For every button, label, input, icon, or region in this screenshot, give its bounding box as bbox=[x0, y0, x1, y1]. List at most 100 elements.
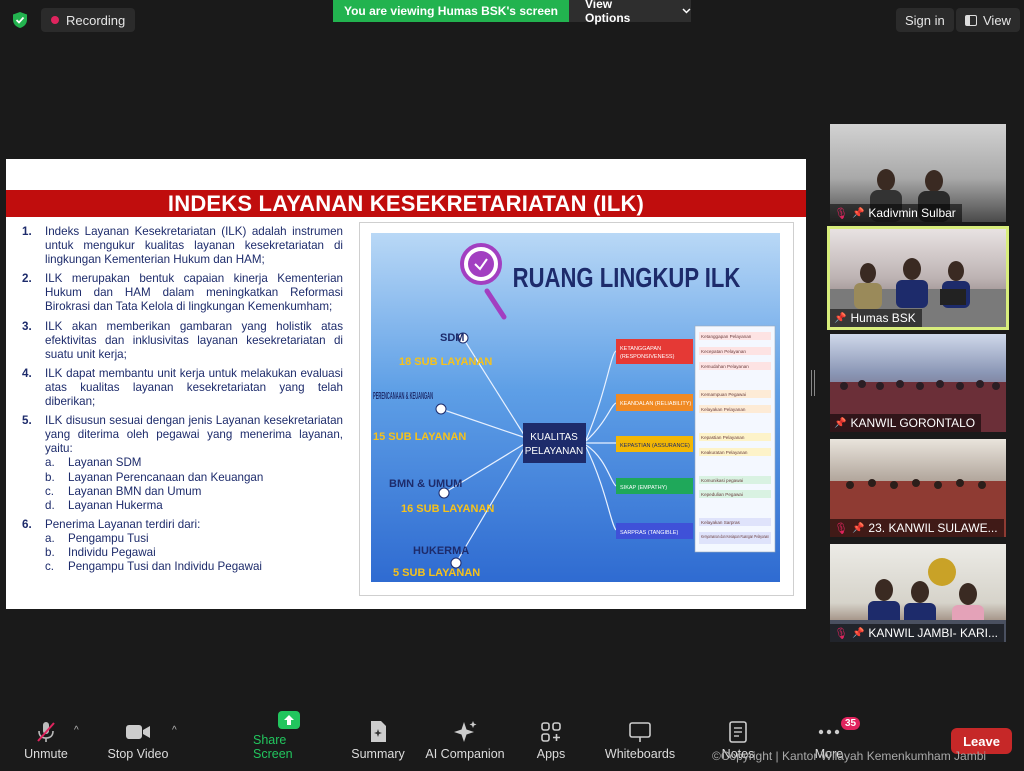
pin-icon: 📌 bbox=[851, 207, 865, 219]
point-4-text: ILK dapat membantu unit kerja untuk mela… bbox=[45, 366, 343, 409]
summary-document-icon bbox=[371, 721, 386, 742]
pin-icon: 📌 bbox=[851, 522, 865, 534]
stop-video-button[interactable]: Stop Video bbox=[107, 711, 169, 771]
sign-in-button[interactable]: Sign in bbox=[896, 8, 954, 32]
share-banner: You are viewing Humas BSK's screen bbox=[333, 0, 569, 22]
view-label: View bbox=[983, 12, 1011, 28]
point-2-text: ILK merupakan bentuk capaian kinerja Kem… bbox=[45, 272, 343, 314]
mic-muted-icon: 🎙 bbox=[834, 522, 848, 535]
layout-icon bbox=[965, 14, 977, 26]
dimension-label: (RESPONSIVENESS) bbox=[620, 354, 675, 360]
pin-icon: 📌 bbox=[834, 312, 847, 324]
participant-label: 🎙 📌 Kadivmin Sulbar bbox=[830, 204, 962, 222]
dimension-label: SIKAP (EMPATHY) bbox=[620, 485, 667, 491]
share-screen-icon bbox=[278, 711, 300, 729]
recording-label: Recording bbox=[66, 12, 126, 28]
dimension-item: Kemampuan Pegawai bbox=[701, 392, 746, 397]
pin-icon: 📌 bbox=[851, 627, 865, 639]
panel-resize-handle[interactable] bbox=[811, 370, 815, 396]
point-1: 1. Indeks Layanan Kesekretariatan (ILK) a… bbox=[22, 225, 343, 267]
source-name: PERENCANAAN & KEUANGAN bbox=[373, 391, 433, 402]
recording-dot-icon bbox=[51, 16, 59, 24]
share-screen-button[interactable]: Share Screen bbox=[253, 711, 325, 771]
chevron-down-icon bbox=[682, 8, 691, 14]
whiteboards-label: Whiteboards bbox=[604, 747, 676, 761]
pin-icon: 📌 bbox=[834, 417, 847, 429]
apps-label: Apps bbox=[536, 747, 566, 761]
participant-name: Kadivmin Sulbar bbox=[868, 206, 956, 220]
view-button[interactable]: View bbox=[956, 8, 1020, 32]
ai-companion-label: AI Companion bbox=[425, 747, 505, 761]
point-5-sublist: a. Layanan SDM b. Layanan Perencanaan dan … bbox=[45, 456, 343, 512]
shared-screen[interactable]: INDEKS LAYANAN KESEKRETARIATAN (ILK) 1. I… bbox=[6, 159, 806, 609]
participant-video[interactable]: 📌 KANWIL GORONTALO bbox=[830, 334, 1006, 432]
point-3: 3. ILK akan memberikan gambaran yang holi… bbox=[22, 319, 343, 361]
whiteboards-button[interactable]: Whiteboards bbox=[604, 711, 676, 771]
participant-name: Humas BSK bbox=[850, 311, 916, 325]
ai-companion-button[interactable]: AI Companion bbox=[424, 711, 506, 771]
more-notification-badge: 35 bbox=[841, 717, 861, 730]
point-5-text: ILK disusun sesuai dengan jenis Layanan … bbox=[45, 414, 343, 456]
participant-name: KANWIL JAMBI- KARI... bbox=[868, 626, 998, 640]
participant-label: 📌 Humas BSK bbox=[830, 309, 922, 327]
participant-video[interactable]: 🎙 📌 KANWIL JAMBI- KARI... bbox=[830, 544, 1006, 642]
point-4: 4. ILK dapat membantu unit kerja untuk me… bbox=[22, 366, 343, 409]
view-options-button[interactable]: View Options bbox=[569, 0, 691, 25]
dimension-item: Kelayakan Pelayanan bbox=[701, 407, 746, 412]
recording-indicator[interactable]: Recording bbox=[41, 8, 136, 32]
microphone-muted-icon bbox=[37, 722, 55, 742]
participant-name: KANWIL GORONTALO bbox=[850, 416, 976, 430]
dimension-item: Kemudahan Pelayanan bbox=[701, 364, 749, 369]
center-label: KUALITAS bbox=[530, 432, 578, 443]
center-box bbox=[523, 423, 586, 463]
participant-video[interactable]: 🎙 📌 Kadivmin Sulbar bbox=[830, 124, 1006, 222]
participant-label: 📌 KANWIL GORONTALO bbox=[830, 414, 982, 432]
dimension-item: Keakuratan Pelayanan bbox=[701, 450, 748, 455]
sub-item: a. Layanan SDM bbox=[45, 456, 142, 470]
dimension-item: Kenyamanan dan Kesiapan Ruangan Pelayana… bbox=[701, 534, 769, 539]
view-options-label: View Options bbox=[585, 0, 631, 25]
dimension-label: KEANDALAN (RELIABILITY) bbox=[620, 401, 691, 407]
diagram-frame: RUANG LINGKUP ILK SDM 18 SUB LAYANAN PER… bbox=[359, 222, 794, 596]
sparkle-icon bbox=[454, 721, 477, 742]
dimension-item: Kelayakan Sarpras bbox=[701, 520, 741, 525]
unmute-label: Unmute bbox=[24, 747, 68, 761]
source-count: 15 SUB LAYANAN bbox=[373, 431, 466, 443]
apps-button[interactable]: Apps bbox=[534, 711, 568, 771]
mic-muted-icon: 🎙 bbox=[834, 627, 848, 640]
slide-title: INDEKS LAYANAN KESEKRETARIATAN (ILK) bbox=[6, 190, 806, 217]
more-dots-icon bbox=[818, 729, 840, 735]
source-count: 18 SUB LAYANAN bbox=[399, 356, 492, 368]
share-screen-label: Share Screen bbox=[253, 733, 293, 761]
sub-item: c. Pengampu Tusi dan Individu Pegawai bbox=[45, 560, 263, 574]
sub-item: d. Layanan Hukerma bbox=[45, 498, 163, 512]
dimension-label: SARPRAS (TANGIBLE) bbox=[620, 530, 678, 536]
point-6-text: Penerima Layanan terdiri dari: bbox=[45, 517, 201, 531]
participant-video-active-speaker[interactable]: 📌 Humas BSK bbox=[827, 226, 1009, 330]
security-shield-icon[interactable] bbox=[10, 10, 30, 30]
source-count: 5 SUB LAYANAN bbox=[393, 567, 480, 579]
dimension-item: Komunikasi pegawai bbox=[701, 478, 743, 483]
source-name: SDM bbox=[440, 332, 464, 344]
stop-video-label: Stop Video bbox=[107, 747, 169, 761]
source-name: BMN & UMUM bbox=[389, 478, 462, 490]
unmute-button[interactable]: Unmute bbox=[22, 711, 70, 771]
participant-label: 🎙 📌 KANWIL JAMBI- KARI... bbox=[830, 624, 1004, 642]
video-options-caret-icon[interactable]: ^ bbox=[172, 725, 177, 736]
sub-item: c. Layanan BMN dan Umum bbox=[45, 484, 202, 498]
whiteboard-icon bbox=[629, 722, 651, 742]
audio-options-caret-icon[interactable]: ^ bbox=[74, 725, 79, 736]
dimension-item: Kepastian Pelayanan bbox=[701, 435, 745, 440]
dimension-label: KEPASTIAN (ASSURANCE) bbox=[620, 443, 690, 449]
summary-button[interactable]: Summary bbox=[350, 711, 406, 771]
point-5: 5. ILK disusun sesuai dengan jenis Layana… bbox=[22, 414, 343, 512]
participant-video[interactable]: 🎙 📌 23. KANWIL SULAWE... bbox=[830, 439, 1006, 537]
participant-name: 23. KANWIL SULAWE... bbox=[868, 521, 998, 535]
slide-text-column: 1. Indeks Layanan Kesekretariatan (ILK) a… bbox=[22, 225, 343, 579]
center-label: PELAYANAN bbox=[525, 446, 584, 457]
sub-item: b. Layanan Perencanaan dan Keuangan bbox=[45, 470, 264, 484]
point-2: 2. ILK merupakan bentuk capaian kinerja K… bbox=[22, 272, 343, 314]
point-3-text: ILK akan memberikan gambaran yang holist… bbox=[45, 319, 343, 361]
video-camera-icon bbox=[126, 725, 150, 739]
dimension-label: KETANGGAPAN bbox=[620, 346, 661, 352]
